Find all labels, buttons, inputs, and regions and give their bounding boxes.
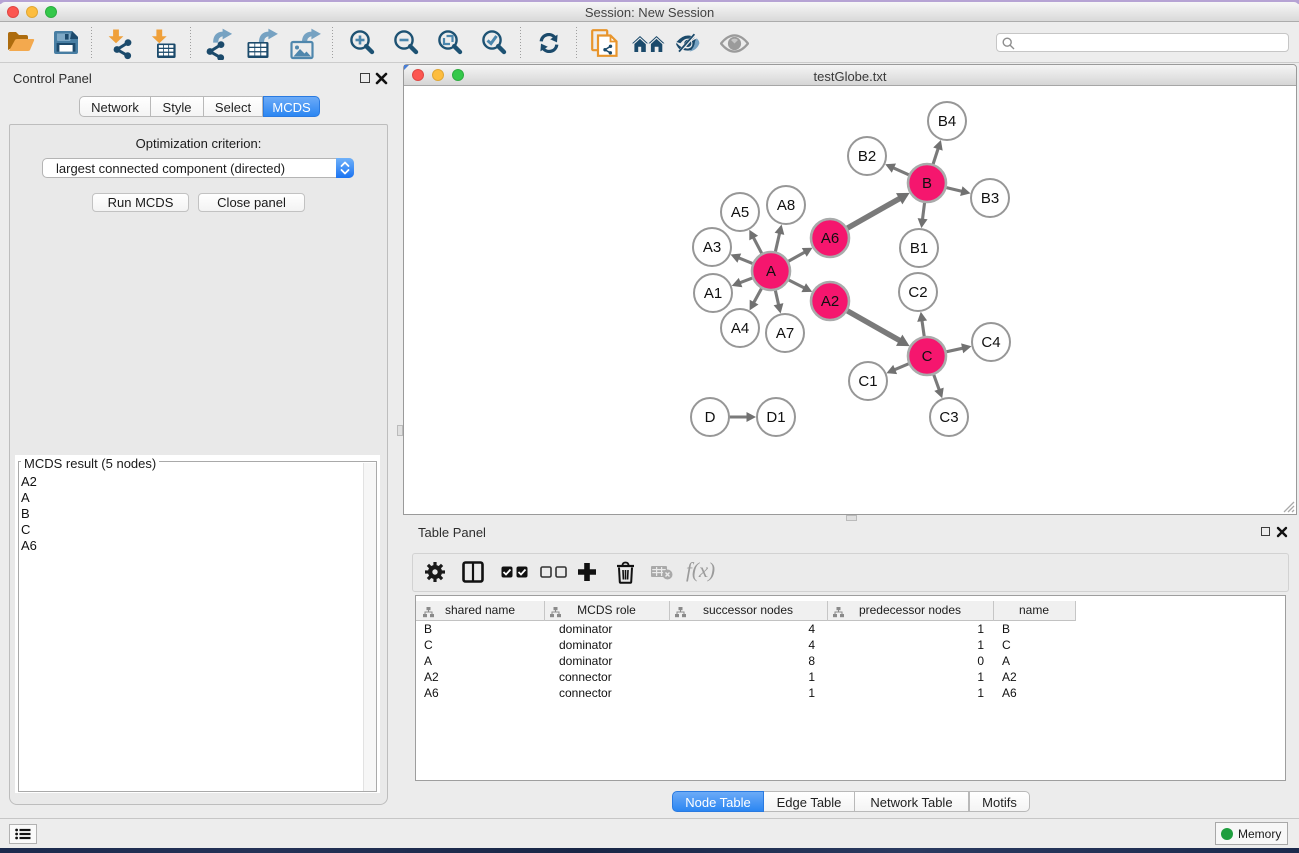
svg-text:A: A [766, 263, 776, 280]
svg-text:B: B [922, 175, 932, 192]
svg-text:C1: C1 [858, 373, 877, 390]
svg-text:A8: A8 [777, 197, 795, 214]
svg-text:A4: A4 [731, 320, 749, 337]
svg-text:B3: B3 [981, 190, 999, 207]
svg-text:A5: A5 [731, 204, 749, 221]
svg-text:B1: B1 [910, 240, 928, 257]
svg-text:C3: C3 [939, 409, 958, 426]
svg-text:C4: C4 [981, 334, 1000, 351]
svg-text:A7: A7 [776, 325, 794, 342]
svg-text:A6: A6 [821, 230, 839, 247]
svg-text:D: D [705, 409, 716, 426]
svg-text:A3: A3 [703, 239, 721, 256]
svg-text:D1: D1 [766, 409, 785, 426]
svg-text:C: C [922, 348, 933, 365]
svg-text:A2: A2 [821, 293, 839, 310]
svg-text:C2: C2 [908, 284, 927, 301]
svg-text:B2: B2 [858, 148, 876, 165]
svg-text:B4: B4 [938, 113, 956, 130]
svg-text:A1: A1 [704, 285, 722, 302]
